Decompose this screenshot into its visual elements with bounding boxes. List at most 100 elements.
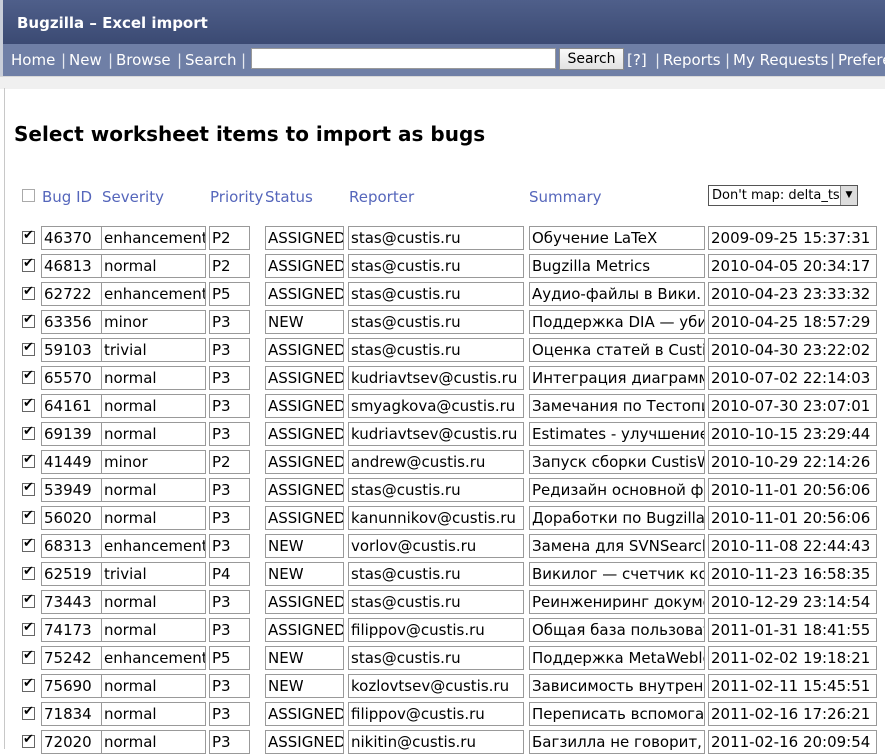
nav-home-link[interactable]: Home: [11, 51, 55, 69]
bug-id-field[interactable]: 63356: [41, 310, 105, 334]
summary-field[interactable]: Замечания по Тестопиксу: [529, 394, 705, 418]
timestamp-field[interactable]: 2010-07-02 22:14:03: [708, 366, 877, 390]
nav-search-link[interactable]: Search: [185, 51, 237, 69]
row-select-checkbox[interactable]: [22, 284, 35, 300]
timestamp-field[interactable]: 2011-02-16 17:26:21: [708, 702, 877, 726]
row-select-checkbox[interactable]: [22, 228, 35, 244]
summary-field[interactable]: Доработки по Bugzilla и Вики: [529, 506, 705, 530]
priority-field[interactable]: P3: [209, 590, 250, 614]
timestamp-field[interactable]: 2011-02-02 19:18:21: [708, 646, 877, 670]
severity-field[interactable]: minor: [101, 450, 206, 474]
severity-field[interactable]: normal: [101, 366, 206, 390]
priority-field[interactable]: P3: [209, 702, 250, 726]
reporter-field[interactable]: stas@custis.ru: [348, 254, 524, 278]
bug-id-field[interactable]: 46370: [41, 226, 105, 250]
row-select-checkbox[interactable]: [22, 508, 35, 524]
severity-field[interactable]: normal: [101, 618, 206, 642]
timestamp-field[interactable]: 2010-10-15 23:29:44: [708, 422, 877, 446]
severity-field[interactable]: trivial: [101, 338, 206, 362]
reporter-field[interactable]: filippov@custis.ru: [348, 702, 524, 726]
priority-field[interactable]: P4: [209, 562, 250, 586]
summary-field[interactable]: Estimates - улучшение отчёта: [529, 422, 705, 446]
nav-new-link[interactable]: New: [69, 51, 102, 69]
timestamp-field[interactable]: 2010-04-23 23:33:32: [708, 282, 877, 306]
reporter-field[interactable]: stas@custis.ru: [348, 646, 524, 670]
col-header-summary[interactable]: Summary: [529, 188, 602, 206]
summary-field[interactable]: Поддержка MetaWeblog API: [529, 646, 705, 670]
row-select-checkbox[interactable]: [22, 592, 35, 608]
severity-field[interactable]: normal: [101, 674, 206, 698]
bug-id-field[interactable]: 75242: [41, 646, 105, 670]
row-select-checkbox[interactable]: [22, 648, 35, 664]
reporter-field[interactable]: stas@custis.ru: [348, 590, 524, 614]
severity-field[interactable]: normal: [101, 702, 206, 726]
summary-field[interactable]: Аудио-файлы в Вики. Сделать: [529, 282, 705, 306]
row-select-checkbox[interactable]: [22, 368, 35, 384]
summary-field[interactable]: Запуск сборки CustisWiki: [529, 450, 705, 474]
nav-browse-link[interactable]: Browse: [116, 51, 171, 69]
priority-field[interactable]: P3: [209, 618, 250, 642]
nav-preferences-link[interactable]: Preferences: [838, 51, 885, 69]
bug-id-field[interactable]: 72020: [41, 730, 105, 754]
bug-id-field[interactable]: 69139: [41, 422, 105, 446]
summary-field[interactable]: Обучение LaTeX: [529, 226, 705, 250]
nav-reports-link[interactable]: Reports: [663, 51, 721, 69]
summary-field[interactable]: Редизайн основной формы: [529, 478, 705, 502]
row-select-checkbox[interactable]: [22, 340, 35, 356]
timestamp-field[interactable]: 2011-02-16 20:09:54: [708, 730, 877, 754]
priority-field[interactable]: P3: [209, 534, 250, 558]
quick-search-input[interactable]: [251, 48, 556, 69]
summary-field[interactable]: Багзилла не говорит, кто: [529, 730, 705, 754]
status-field[interactable]: ASSIGNED: [265, 366, 344, 390]
bug-id-field[interactable]: 64161: [41, 394, 105, 418]
summary-field[interactable]: Bugzilla Metrics: [529, 254, 705, 278]
reporter-field[interactable]: stas@custis.ru: [348, 338, 524, 362]
status-field[interactable]: ASSIGNED: [265, 338, 344, 362]
timestamp-field[interactable]: 2010-07-30 23:07:01: [708, 394, 877, 418]
row-select-checkbox[interactable]: [22, 452, 35, 468]
reporter-field[interactable]: stas@custis.ru: [348, 282, 524, 306]
status-field[interactable]: ASSIGNED: [265, 422, 344, 446]
priority-field[interactable]: P2: [209, 450, 250, 474]
timestamp-field[interactable]: 2010-04-30 23:22:02: [708, 338, 877, 362]
bug-id-field[interactable]: 68313: [41, 534, 105, 558]
priority-field[interactable]: P2: [209, 226, 250, 250]
status-field[interactable]: ASSIGNED: [265, 254, 344, 278]
row-select-checkbox[interactable]: [22, 312, 35, 328]
reporter-field[interactable]: vorlov@custis.ru: [348, 534, 524, 558]
status-field[interactable]: NEW: [265, 310, 344, 334]
status-field[interactable]: ASSIGNED: [265, 450, 344, 474]
col-header-reporter[interactable]: Reporter: [349, 188, 414, 206]
bug-id-field[interactable]: 59103: [41, 338, 105, 362]
timestamp-field[interactable]: 2010-10-29 22:14:26: [708, 450, 877, 474]
summary-field[interactable]: Реинжениринг документации: [529, 590, 705, 614]
row-select-checkbox[interactable]: [22, 676, 35, 692]
quick-search-button[interactable]: Search: [559, 48, 624, 70]
priority-field[interactable]: P3: [209, 310, 250, 334]
reporter-field[interactable]: nikitin@custis.ru: [348, 730, 524, 754]
status-field[interactable]: ASSIGNED: [265, 618, 344, 642]
priority-field[interactable]: P3: [209, 730, 250, 754]
bug-id-field[interactable]: 75690: [41, 674, 105, 698]
severity-field[interactable]: minor: [101, 310, 206, 334]
reporter-field[interactable]: stas@custis.ru: [348, 226, 524, 250]
row-select-checkbox[interactable]: [22, 480, 35, 496]
priority-field[interactable]: P5: [209, 646, 250, 670]
reporter-field[interactable]: stas@custis.ru: [348, 478, 524, 502]
row-select-checkbox[interactable]: [22, 704, 35, 720]
status-field[interactable]: ASSIGNED: [265, 730, 344, 754]
reporter-field[interactable]: kudriavtsev@custis.ru: [348, 366, 524, 390]
status-field[interactable]: ASSIGNED: [265, 226, 344, 250]
priority-field[interactable]: P2: [209, 254, 250, 278]
priority-field[interactable]: P5: [209, 282, 250, 306]
bug-id-field[interactable]: 71834: [41, 702, 105, 726]
timestamp-field[interactable]: 2010-11-23 16:58:35: [708, 562, 877, 586]
timestamp-field[interactable]: 2010-04-25 18:57:29: [708, 310, 877, 334]
severity-field[interactable]: normal: [101, 478, 206, 502]
priority-field[interactable]: P3: [209, 394, 250, 418]
status-field[interactable]: NEW: [265, 646, 344, 670]
status-field[interactable]: ASSIGNED: [265, 702, 344, 726]
priority-field[interactable]: P3: [209, 506, 250, 530]
severity-field[interactable]: trivial: [101, 562, 206, 586]
timestamp-field[interactable]: 2009-09-25 15:37:31: [708, 226, 877, 250]
